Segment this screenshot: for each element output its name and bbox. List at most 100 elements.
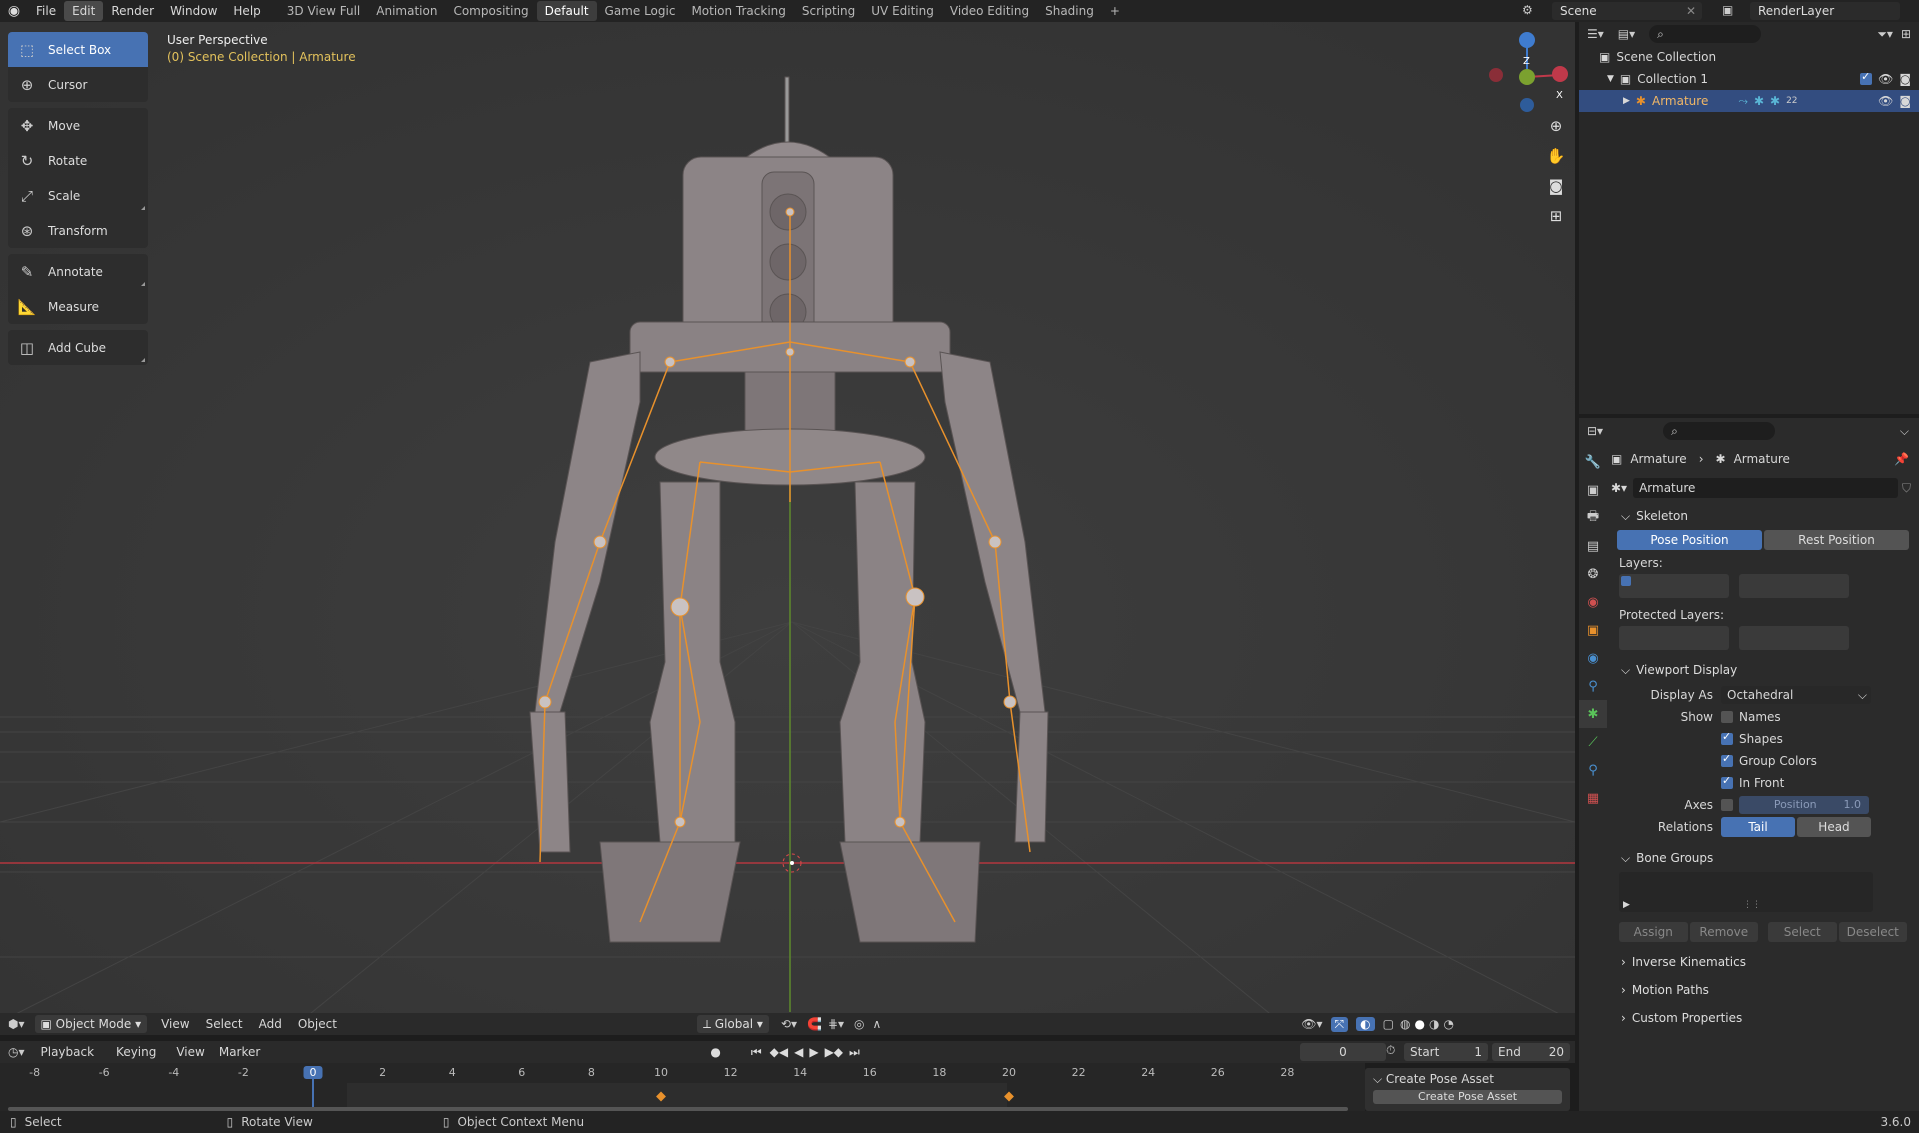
orientation-selector[interactable]: ⟂ Global ▾ [696,1015,769,1033]
armature-icon[interactable]: ✱▾ [1611,481,1627,495]
position-slider[interactable]: Position 1.0 [1739,796,1869,814]
tool-rotate[interactable]: ↻ Rotate [8,143,148,178]
protected-block-1[interactable] [1619,626,1729,650]
outliner-search-field[interactable]: ⌕ [1649,25,1762,43]
hand-pan-icon[interactable]: ✋ [1543,147,1569,177]
display-mode-icon[interactable]: ▤▾ [1618,27,1635,41]
viewport-scene[interactable] [0,22,1575,1022]
add-workspace-button[interactable]: + [1102,1,1128,21]
view-layer-tab-icon[interactable]: ▤ [1579,532,1607,560]
menu-help[interactable]: Help [225,1,268,21]
pose-icon[interactable]: ⤳ [1738,94,1748,109]
menu-marker[interactable]: Marker [219,1045,260,1059]
jump-end-icon[interactable]: ⏭ [849,1045,860,1060]
tab-game-logic[interactable]: Game Logic [597,1,684,21]
outliner-row-collection[interactable]: ▼ ▣ Collection 1 👁 ◙ [1579,68,1919,90]
menu-add[interactable]: Add [259,1017,282,1031]
pin-icon[interactable]: ✕ [1686,4,1696,18]
render-layer-selector[interactable]: RenderLayer [1750,2,1900,20]
tab-3d-view-full[interactable]: 3D View Full [279,1,369,21]
physics-tab-icon[interactable]: ◉ [1579,644,1607,672]
tool-annotate[interactable]: ✎ Annotate [8,254,148,289]
display-as-dropdown[interactable]: Octahedral ⌵ [1721,686,1871,704]
zoom-icon[interactable]: ⊕ [1543,117,1569,147]
armature-data-tab-icon[interactable]: ✱ [1579,700,1607,728]
rest-position-button[interactable]: Rest Position [1764,530,1909,550]
filter-icon[interactable]: ⏷▾ [1877,27,1893,42]
camera-render-icon[interactable]: ◙ [1899,72,1911,86]
solid-shading-icon[interactable]: ● [1414,1017,1424,1031]
deselect-button[interactable]: Deselect [1838,922,1907,942]
tool-cursor[interactable]: ⊕ Cursor [8,67,148,102]
tab-default[interactable]: Default [536,1,597,21]
menu-window[interactable]: Window [162,1,225,21]
expand-arrow-icon[interactable]: ▼ [1607,74,1614,84]
snap-icon[interactable]: 🧲 [807,1017,822,1031]
list-expand-icon[interactable]: ▶ [1623,900,1630,910]
create-pose-asset-button[interactable]: Create Pose Asset [1373,1090,1562,1104]
camera-icon[interactable]: ◙ [1543,177,1569,207]
start-frame-field[interactable]: Start 1 [1404,1043,1488,1061]
panel-bone-groups[interactable]: ⌵ Bone Groups [1611,844,1915,872]
end-frame-field[interactable]: End 20 [1492,1043,1570,1061]
new-collection-icon[interactable]: ⊞ [1901,27,1911,41]
expand-arrow-icon[interactable]: ▶ [1623,96,1630,106]
bones-icon[interactable]: ✱ [1770,94,1780,108]
protected-block-2[interactable] [1739,626,1849,650]
timeline-area[interactable]: -8 -6 -4 -2 0 2 4 6 8 10 12 14 16 18 20 22 24 26 28 [0,1063,1365,1111]
bone-groups-list[interactable]: ▶ ⋮⋮ [1619,872,1873,912]
menu-object[interactable]: Object [298,1017,337,1031]
remove-button[interactable]: Remove [1689,922,1758,942]
tool-add-cube[interactable]: ◫ Add Cube [8,330,148,365]
current-frame-field[interactable]: 0 [1300,1043,1386,1061]
select-button[interactable]: Select [1768,922,1837,942]
panel-skeleton[interactable]: ⌵ Skeleton [1611,502,1915,530]
protected-layers-grid[interactable] [1611,626,1915,650]
tool-scale[interactable]: ⤢ Scale [8,178,148,213]
jump-start-icon[interactable]: ⏮ [751,1045,762,1060]
tool-move[interactable]: ✥ Move [8,108,148,143]
output-tab-icon[interactable]: 🖶 [1579,504,1607,532]
exclude-checkbox[interactable] [1860,70,1873,85]
data-name-field[interactable]: Armature [1633,478,1898,498]
render-tab-icon[interactable]: ▣ [1579,476,1607,504]
bone-constraint-tab-icon[interactable]: ⚲ [1579,756,1607,784]
play-reverse-icon[interactable]: ◀ [794,1045,803,1059]
mode-selector[interactable]: ▣ Object Mode ▾ [34,1015,148,1033]
panel-motion-paths[interactable]: › Motion Paths [1611,976,1915,1004]
bone-tab-icon[interactable]: ⟋ [1579,728,1607,756]
timeline-editor-icon[interactable]: ◷▾ [8,1045,25,1059]
gizmo-toggle-icon[interactable]: ⤧ [1330,1016,1349,1032]
texture-tab-icon[interactable]: ▦ [1579,784,1607,812]
list-resize-handle[interactable]: ⋮⋮ [1743,900,1761,910]
axes-checkbox[interactable] [1721,799,1733,811]
menu-playback[interactable]: Playback [41,1045,95,1059]
visibility-icon[interactable]: 👁▾ [1301,1017,1322,1031]
timeline-playhead-line[interactable] [312,1077,314,1111]
layers-block-2[interactable] [1739,574,1849,598]
tab-animation[interactable]: Animation [368,1,445,21]
material-shading-icon[interactable]: ◑ [1429,1017,1439,1031]
constraints-tab-icon[interactable]: ⚲ [1579,672,1607,700]
tab-compositing[interactable]: Compositing [445,1,536,21]
menu-view[interactable]: View [161,1017,189,1031]
options-dropdown-icon[interactable]: ⌵ [1900,424,1909,439]
tail-button[interactable]: Tail [1721,817,1795,837]
menu-edit[interactable]: Edit [64,1,104,21]
shapes-checkbox[interactable] [1721,730,1733,745]
snap-target-icon[interactable]: ⋕▾ [828,1017,844,1031]
head-button[interactable]: Head [1797,817,1871,837]
grid-ortho-icon[interactable]: ⊞ [1543,207,1569,237]
falloff-icon[interactable]: ∧ [872,1017,881,1031]
tool-select-box[interactable]: ⬚ Select Box [8,32,148,67]
tool-transform[interactable]: ⊛ Transform [8,213,148,248]
eye-icon[interactable]: 👁 [1878,72,1893,86]
wireframe-shading-icon[interactable]: ◍ [1400,1017,1410,1031]
pose-position-button[interactable]: Pose Position [1617,530,1762,550]
scene-selector[interactable]: Scene ✕ [1552,2,1702,20]
layers-block-1[interactable] [1619,574,1729,598]
prev-keyframe-icon[interactable]: ◆◀ [770,1045,788,1059]
menu-timeline-view[interactable]: View [176,1045,204,1059]
pose-asset-header[interactable]: ⌵ Create Pose Asset [1365,1068,1570,1090]
menu-render[interactable]: Render [103,1,162,21]
